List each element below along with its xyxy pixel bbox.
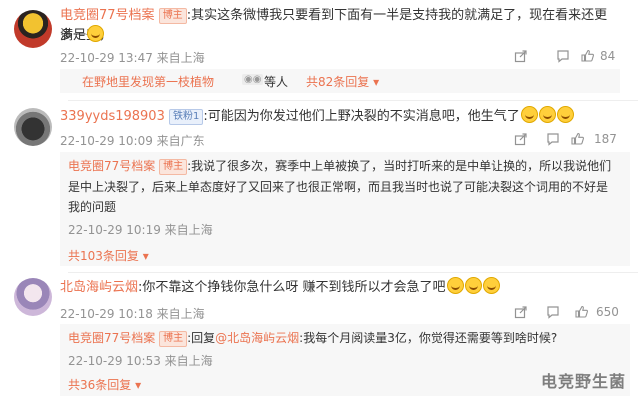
avatar[interactable]	[14, 108, 52, 146]
comment-text-cont: 满足	[60, 28, 87, 43]
comment-time: 22-10-29 10:09 来自广东	[60, 134, 205, 148]
comment-icon[interactable]	[546, 132, 560, 146]
reply-username[interactable]: 电竞圈77号档案	[68, 159, 155, 173]
share-icon[interactable]	[514, 132, 528, 146]
more-replies-label: 共103条回复	[68, 249, 139, 263]
emoji-icon	[464, 277, 482, 294]
fan-badge: 铁粉1	[169, 109, 204, 125]
reply-time: 22-10-29 10:53 来自上海	[68, 354, 213, 368]
emoji-icon	[556, 106, 574, 123]
like-icon[interactable]	[574, 304, 589, 319]
author-badge: 博主	[159, 159, 188, 175]
emoji-icon	[482, 277, 500, 294]
comment-body: 339yyds198903 铁粉1:可能因为你发过他们上野决裂的不实消息吧，他生…	[60, 106, 630, 127]
reply-text-line2: 是中上决裂了，后来上单态度好了又回来了也很正常啊，而且我当时也说了可能决裂这个词…	[68, 180, 609, 194]
watermark: 电竞野生菌	[540, 372, 626, 391]
reply-block: 电竞圈77号档案 博主:回复@北岛海屿云烟:我每个月阅读量3亿，你觉得还需要等到…	[60, 324, 630, 372]
comment-username[interactable]: 339yyds198903	[60, 109, 165, 124]
more-replies-label: 共36条回复	[68, 378, 132, 392]
emoji-icon	[446, 277, 464, 294]
comment-text-line2: 满足	[60, 25, 105, 46]
more-replies-bar[interactable]: 共103条回复 ▾	[60, 244, 630, 266]
emoji-icon	[520, 106, 538, 123]
comment-icon[interactable]	[546, 305, 560, 319]
more-replies-link[interactable]: 共103条回复 ▾	[68, 247, 149, 264]
divider	[68, 100, 638, 101]
reply-prefix: :回复	[187, 331, 216, 345]
more-replies-label: 共82条回复	[306, 75, 370, 89]
reply-suffix: 等人	[264, 75, 289, 89]
reply-body: 电竞圈77号档案 博主:我说了很多次，赛季中上单被换了，当时打听来的是中单让换的…	[68, 156, 624, 176]
reply-username[interactable]: 电竞圈77号档案	[68, 331, 155, 345]
like-icon[interactable]	[570, 131, 585, 146]
author-badge: 博主	[158, 8, 187, 24]
author-badge: 博主	[159, 331, 188, 347]
reply-time: 22-10-29 10:19 来自上海	[68, 223, 213, 237]
reply-body: 电竞圈77号档案 博主:回复@北岛海屿云烟:我每个月阅读量3亿，你觉得还需要等到…	[68, 328, 624, 348]
comment-icon[interactable]	[556, 49, 570, 63]
comment-username[interactable]: 电竞圈77号档案	[60, 8, 155, 23]
comment-text: :你不靠这个挣钱你急什么呀 赚不到钱所以才会急了吧	[138, 280, 446, 295]
more-replies-link[interactable]: 共36条回复 ▾	[68, 376, 141, 393]
comment-username[interactable]: 北岛海屿云烟	[60, 280, 138, 295]
emoji-icon	[538, 106, 556, 123]
comment-body: 电竞圈77号档案 博主:其实这条微博我只要看到下面有一半是支持我的就满足了，现在…	[60, 6, 620, 46]
divider	[68, 272, 638, 273]
avatar[interactable]	[14, 278, 52, 316]
like-count: 187	[594, 132, 617, 146]
reply-summary[interactable]: 在野地里发现第一枝植物 ◉◉ 等人 共82条回复 ▾	[60, 69, 620, 93]
reply-block: 电竞圈77号档案 博主:我说了很多次，赛季中上单被换了，当时打听来的是中单让换的…	[60, 152, 630, 244]
like-count: 84	[600, 49, 616, 63]
reply-text: :我说了很多次，赛季中上单被换了，当时打听来的是中单让换的，所以我说他们	[187, 159, 612, 173]
more-replies-link[interactable]: 共82条回复 ▾	[306, 73, 379, 90]
share-icon[interactable]	[514, 305, 528, 319]
like-icon[interactable]	[580, 48, 595, 63]
avatar[interactable]	[14, 10, 52, 48]
reply-text-line3: 我的问题	[68, 200, 117, 214]
like-count: 650	[596, 305, 619, 319]
comment-text: :可能因为你发过他们上野决裂的不实消息吧，他生气了	[203, 109, 520, 124]
share-icon[interactable]	[514, 49, 528, 63]
comment-time: 22-10-29 13:47 来自上海	[60, 51, 205, 65]
comment-body: 北岛海屿云烟:你不靠这个挣钱你急什么呀 赚不到钱所以才会急了吧	[60, 277, 630, 298]
reply-text: :我每个月阅读量3亿，你觉得还需要等到啥时候?	[299, 331, 558, 345]
reply-user-badge-icon: ◉◉	[242, 74, 264, 85]
reply-user[interactable]: 在野地里发现第一枝植物	[82, 73, 214, 90]
reply-mention[interactable]: @北岛海屿云烟	[215, 331, 299, 345]
comment-time: 22-10-29 10:18 来自上海	[60, 307, 205, 321]
emoji-icon	[87, 25, 105, 42]
